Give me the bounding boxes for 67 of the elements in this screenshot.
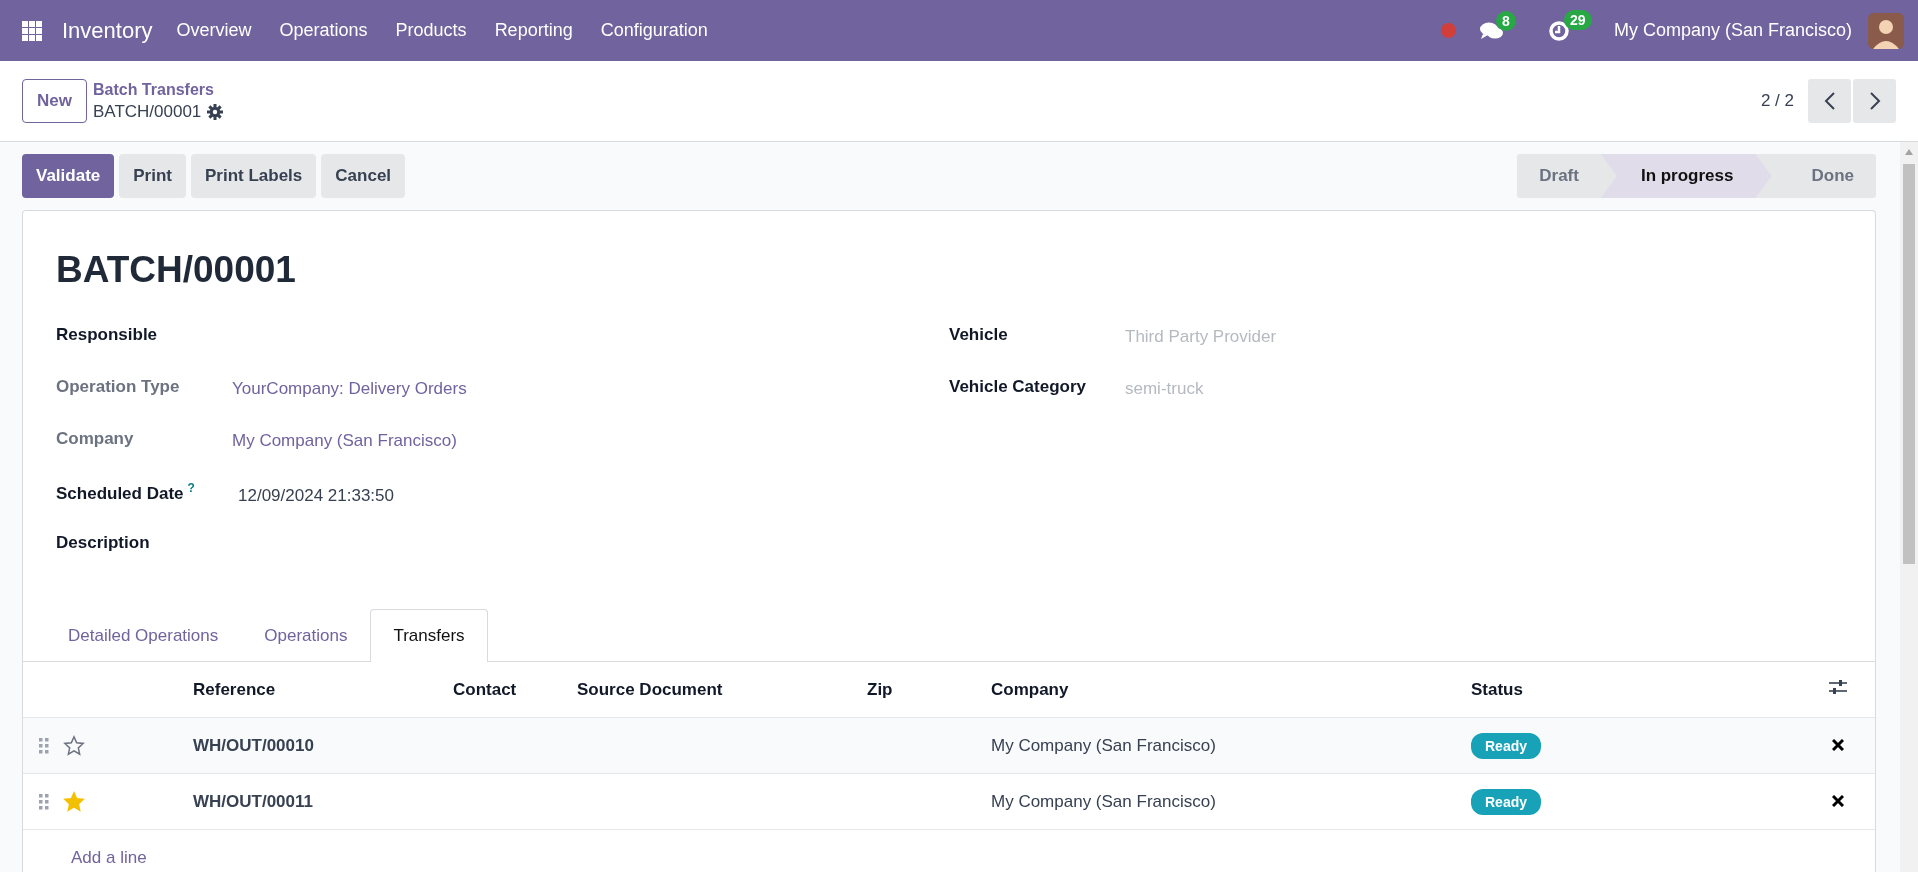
column-header[interactable]: Reference [193,679,276,699]
clock-icon[interactable] [1547,19,1570,42]
action-button[interactable]: Print [119,154,186,198]
action-button[interactable]: Validate [22,154,115,198]
star-icon[interactable] [63,734,85,757]
notebook-tab[interactable]: Transfers [370,609,488,662]
menu-item[interactable]: Configuration [600,20,708,41]
message-count-badge: 8 [1495,10,1516,31]
status-stage[interactable]: Draft [1517,154,1601,198]
field-label: Company [56,428,135,449]
chevron-right-icon [1868,91,1881,111]
settings-icon[interactable] [207,103,224,120]
column-settings-icon[interactable] [1828,679,1848,695]
new-button[interactable]: New [22,79,87,123]
chat-icon[interactable] [1479,20,1504,41]
notebook-tab[interactable]: Operations [241,609,371,662]
field-value[interactable]: 12/09/2024 21:33:50 [232,475,949,506]
action-button[interactable]: Cancel [321,154,406,198]
table-cell: WH/OUT/00010 [193,735,314,755]
table-cell: WH/OUT/00011 [193,791,313,811]
record-title: BATCH/00001 [55,248,297,292]
star-icon[interactable] [63,790,85,813]
status-badge: Ready [1471,788,1542,815]
app-name[interactable]: Inventory [62,17,153,44]
drag-handle-icon[interactable] [39,736,49,755]
field-label: Scheduled Date $^{?}$ [56,480,196,504]
company-switcher[interactable]: My Company (San Francisco) [1613,20,1852,41]
field-label: Responsible [56,324,159,345]
menu-item[interactable]: Overview [176,20,252,41]
pager-value: 2 / 2 [1760,91,1794,111]
action-button[interactable]: Print Labels [191,154,317,198]
menu-item[interactable]: Reporting [494,20,573,41]
menu-item[interactable]: Products [395,20,467,41]
column-header[interactable]: Zip [867,679,893,699]
record-name: BATCH/00001 [92,101,202,122]
field-label: Vehicle Category [949,376,1087,397]
notebook-tab[interactable]: Detailed Operations [45,609,242,662]
chevron-left-icon [1823,91,1836,111]
add-line-link[interactable]: Add a line [23,847,147,867]
table-cell: My Company (San Francisco) [991,735,1216,755]
delete-icon[interactable] [1832,738,1844,751]
field-label: Description [56,532,151,553]
field-label: Vehicle [949,324,1009,345]
previous-button[interactable] [1808,79,1851,123]
table-cell: My Company (San Francisco) [991,791,1216,811]
breadcrumb-link[interactable]: Batch Transfers [92,80,214,99]
column-header[interactable]: Source Document [577,679,723,699]
scrollbar[interactable] [1900,142,1918,872]
field-link[interactable]: My Company (San Francisco) [232,423,949,451]
delete-icon[interactable] [1832,794,1844,807]
input-field[interactable]: semi-truck [1125,379,1425,399]
activity-count-badge: 29 [1563,9,1592,30]
column-header[interactable]: Company [991,679,1069,699]
column-header[interactable]: Status [1471,679,1523,699]
avatar-icon[interactable] [1868,12,1904,49]
field-link[interactable]: YourCompany: Delivery Orders [232,371,949,399]
menu-item[interactable]: Operations [279,20,368,41]
status-stage[interactable]: In progress [1600,154,1772,198]
column-header[interactable]: Contact [453,679,517,699]
apps-menu-icon[interactable] [22,20,42,41]
drag-handle-icon[interactable] [39,792,49,811]
status-badge: Ready [1471,732,1542,759]
next-button[interactable] [1853,79,1896,123]
input-field[interactable]: Third Party Provider [1125,327,1425,347]
field-label: Operation Type [56,376,181,397]
status-dot-icon[interactable] [1440,23,1456,38]
status-stage[interactable]: Done [1771,154,1876,198]
